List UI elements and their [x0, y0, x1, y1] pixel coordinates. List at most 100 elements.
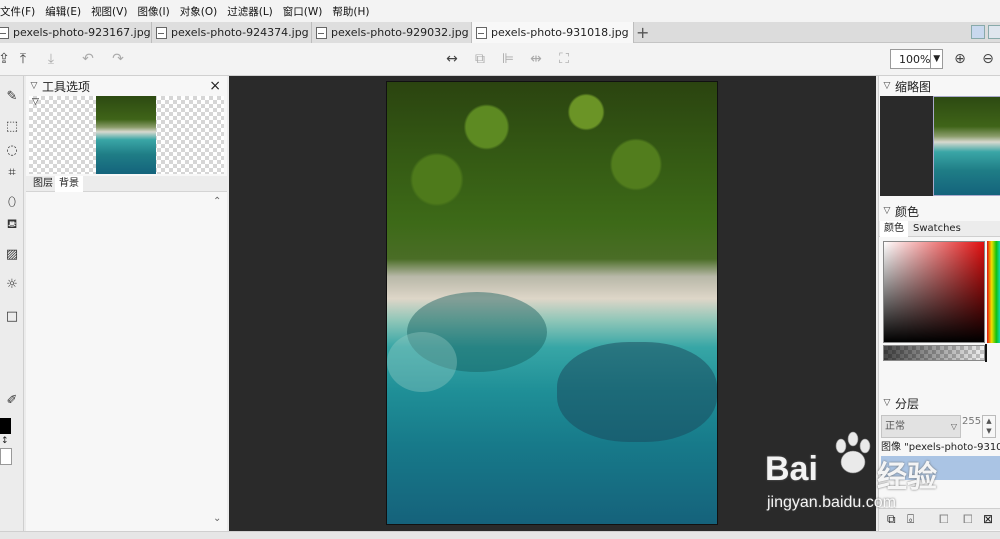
save-icon[interactable]: ⇪: [0, 49, 14, 69]
status-bar: [0, 531, 1000, 539]
preview-subtabs: 图层 背景: [26, 176, 227, 192]
watermark-url: jingyan.baidu.com: [767, 494, 896, 511]
redo-icon[interactable]: ↷: [108, 49, 128, 69]
zoom-value: 100%: [899, 52, 931, 66]
export-icon[interactable]: ⤒: [13, 49, 33, 69]
layers-header: ▽ 分层: [879, 393, 1000, 413]
distribute-icon[interactable]: ⇹: [526, 49, 546, 69]
stack-icon[interactable]: ⧉: [470, 49, 490, 69]
menu-filter[interactable]: 过滤器(L): [227, 4, 273, 19]
tool-options-panel: ▽ 工具选项 × ▽ 图层 背景 ⌃ ⌄: [26, 76, 227, 531]
fill-icon[interactable]: ⛾: [2, 216, 22, 234]
collapse-chevron-icon[interactable]: ▽: [879, 206, 895, 216]
menu-bar: 文件(F) 编辑(E) 视图(V) 图像(I) 对象(O) 过滤器(L) 窗口(…: [0, 0, 1000, 22]
menu-image[interactable]: 图像(I): [137, 4, 169, 19]
dropdown-arrow-icon[interactable]: ▽: [32, 97, 39, 107]
alpha-slider-handle[interactable]: [985, 344, 987, 362]
color-square-picker[interactable]: [883, 241, 985, 343]
tab-label: pexels-photo-923167.jpg: [13, 26, 151, 39]
flip-horizontal-icon[interactable]: ↔: [442, 49, 462, 69]
crop-frame-icon[interactable]: ⛶: [554, 49, 574, 69]
image-file-icon: [476, 26, 487, 39]
collapse-chevron-icon[interactable]: ▽: [26, 81, 42, 91]
opacity-value: 255: [962, 416, 982, 427]
document-tab-bar: pexels-photo-923167.jpg pexels-photo-924…: [0, 22, 1000, 43]
alpha-slider[interactable]: [883, 345, 985, 361]
forest-area: [387, 82, 717, 232]
eyedropper-icon[interactable]: ✐: [2, 392, 22, 410]
opacity-stepper[interactable]: ▲ ▼: [982, 415, 996, 438]
scroll-down-icon[interactable]: ⌄: [213, 513, 221, 524]
sandbank: [387, 332, 457, 392]
menu-file[interactable]: 文件(F): [0, 4, 35, 19]
tab-923167[interactable]: pexels-photo-923167.jpg: [0, 22, 152, 43]
undo-icon[interactable]: ↶: [78, 49, 98, 69]
color-header: ▽ 颜色: [879, 201, 1000, 221]
tab-924374[interactable]: pexels-photo-924374.jpg: [152, 22, 312, 43]
menu-view[interactable]: 视图(V): [91, 4, 127, 19]
zoom-in-icon[interactable]: ⊕: [950, 49, 970, 69]
toolbox: ✎ ⬚ ◌ ⌗ ⬯ ⛾ ▨ ☼ □ ✐ ↕: [0, 76, 24, 531]
foreground-color-swatch[interactable]: [0, 418, 11, 434]
navigator-title: 缩略图: [895, 79, 932, 94]
add-tab-icon[interactable]: +: [636, 22, 649, 43]
image-file-icon: [316, 26, 327, 39]
watermark-cn: 经验: [877, 460, 937, 495]
rect-select-icon[interactable]: ⬚: [2, 118, 22, 136]
zoom-out-icon[interactable]: ⊖: [978, 49, 998, 69]
menu-window[interactable]: 窗口(W): [283, 4, 323, 19]
navigator-thumbnail: [933, 96, 1000, 196]
tab-label: pexels-photo-924374.jpg: [171, 26, 309, 39]
brightness-icon[interactable]: ☼: [2, 276, 22, 294]
collapse-chevron-icon[interactable]: ▽: [879, 398, 895, 408]
layers-title: 分层: [895, 396, 920, 411]
scroll-up-icon[interactable]: ⌃: [213, 196, 221, 207]
background-color-swatch[interactable]: [0, 448, 12, 465]
tab-929032[interactable]: pexels-photo-929032.jpg: [312, 22, 472, 43]
shape-icon[interactable]: □: [2, 308, 22, 326]
subtab-color[interactable]: 颜色: [880, 221, 908, 237]
menu-object[interactable]: 对象(O): [180, 4, 217, 19]
align-left-icon[interactable]: ⊫: [498, 49, 518, 69]
delete-layer-icon[interactable]: ⊠: [983, 512, 993, 526]
main-toolbar: ⇪ ⤒ ⤓ ↶ ↷ ↔ ⧉ ⊫ ⇹ ⛶ ⊕ ⊖: [0, 43, 1000, 76]
image-file-icon: [0, 26, 9, 39]
tool-options-header: ▽ 工具选项 ×: [26, 76, 227, 96]
zoom-select[interactable]: 100% ▼: [890, 49, 943, 69]
tab-931018[interactable]: pexels-photo-931018.jpg ×: [472, 22, 634, 43]
brush-icon[interactable]: ✎: [2, 88, 22, 106]
baidu-jingyan-watermark: Bai 经验 jingyan.baidu.com: [765, 430, 965, 520]
collapse-chevron-icon[interactable]: ▽: [879, 81, 895, 91]
tool-options-title: 工具选项: [42, 79, 91, 94]
opacity-field[interactable]: 255: [962, 415, 982, 438]
layer-thumbnail: [96, 96, 156, 174]
hue-slider[interactable]: [987, 241, 1000, 343]
color-title: 颜色: [895, 204, 920, 219]
reef-area: [557, 342, 717, 442]
layer-preview: ▽: [29, 96, 224, 174]
import-icon[interactable]: ⤓: [41, 49, 61, 69]
subtab-background[interactable]: 背景: [55, 176, 83, 192]
crop-icon[interactable]: ⌗: [2, 164, 22, 182]
paw-logo: [831, 430, 875, 478]
chevron-down-icon: ▼: [930, 50, 942, 68]
layout-icon[interactable]: [971, 25, 985, 39]
swap-colors-icon[interactable]: ↕: [1, 436, 9, 446]
image-canvas[interactable]: [386, 81, 718, 525]
menu-edit[interactable]: 编辑(E): [45, 4, 81, 19]
navigator-preview[interactable]: [880, 96, 1000, 196]
lasso-icon[interactable]: ◌: [2, 142, 22, 160]
color-subtabs: 颜色 Swatches: [879, 221, 1000, 237]
close-panel-icon[interactable]: ×: [209, 78, 221, 94]
eraser-icon[interactable]: ⬯: [2, 194, 22, 212]
menu-help[interactable]: 帮助(H): [332, 4, 369, 19]
subtab-layer[interactable]: 图层: [29, 176, 57, 192]
navigator-header: ▽ 缩略图: [879, 76, 1000, 96]
gradient-icon[interactable]: ▨: [2, 246, 22, 264]
subtab-swatches[interactable]: Swatches: [909, 221, 965, 237]
layout-icon[interactable]: [988, 25, 1000, 39]
tab-label: pexels-photo-931018.jpg: [491, 26, 629, 39]
image-file-icon: [156, 26, 167, 39]
tab-label: pexels-photo-929032.jpg: [331, 26, 469, 39]
watermark-brand: Bai: [765, 450, 818, 488]
